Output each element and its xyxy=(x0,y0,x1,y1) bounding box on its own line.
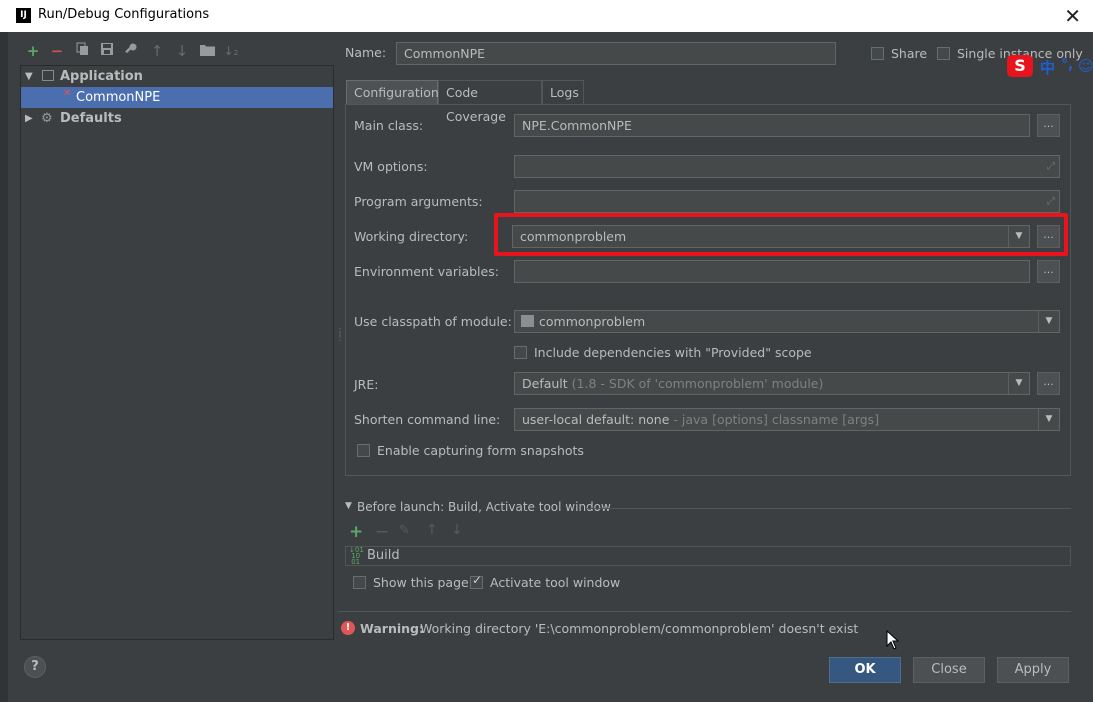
main-class-browse-button[interactable]: ... xyxy=(1037,114,1060,137)
main-class-label: Main class: xyxy=(354,118,424,133)
name-label: Name: xyxy=(345,45,387,60)
tree-label-defaults: Defaults xyxy=(60,111,122,126)
collapse-arrow-icon[interactable]: ▶ xyxy=(25,108,33,129)
jre-label: JRE: xyxy=(354,377,379,392)
jre-hint: (1.8 - SDK of 'commonproblem' module) xyxy=(571,376,824,391)
show-page-checkbox[interactable] xyxy=(353,576,366,589)
dropdown-arrow-icon[interactable]: ▼ xyxy=(1038,311,1059,332)
name-input[interactable]: CommonNPE xyxy=(396,42,836,65)
save-icon[interactable] xyxy=(98,42,116,60)
warning-icon: ! xyxy=(341,621,355,635)
close-window-icon[interactable]: ✕ xyxy=(1064,4,1081,28)
activate-tool-window-label: Activate tool window xyxy=(490,575,621,590)
tab-logs[interactable]: Logs xyxy=(542,80,584,104)
divider xyxy=(338,611,1071,612)
ime-logo: S xyxy=(1007,55,1033,77)
section-divider xyxy=(586,508,1071,509)
tree-node-defaults[interactable]: ▶ ⚙ Defaults xyxy=(21,108,333,129)
dropdown-arrow-icon[interactable]: ▼ xyxy=(1008,373,1029,394)
sort-icon[interactable]: ↓₂ xyxy=(222,42,240,60)
wrench-icon[interactable] xyxy=(122,42,140,60)
tab-configuration[interactable]: Configuration xyxy=(346,80,439,104)
window-title: Run/Debug Configurations xyxy=(38,7,210,22)
jre-combo[interactable]: Default (1.8 - SDK of 'commonproblem' mo… xyxy=(514,372,1030,395)
configuration-tree: ▼ Application ✕ CommonNPE ▶ ⚙ Defaults xyxy=(20,65,334,640)
background-window-strip xyxy=(0,32,8,702)
ime-punct-icon: °, xyxy=(1061,57,1074,73)
classpath-module-label: Use classpath of module: xyxy=(354,314,512,329)
vm-options-label: VM options: xyxy=(354,159,428,174)
program-arguments-input[interactable]: ⤢ xyxy=(514,190,1060,213)
environment-variables-browse-button[interactable]: ... xyxy=(1037,260,1060,283)
defaults-wrench-icon: ⚙ xyxy=(41,111,53,126)
before-launch-title: Before launch: Build, Activate tool wind… xyxy=(357,500,611,514)
warning-text: Working directory 'E:\commonproblem/comm… xyxy=(420,621,859,636)
shorten-command-label: Shorten command line: xyxy=(354,412,501,427)
close-button[interactable]: Close xyxy=(913,657,985,683)
classpath-module-value: commonproblem xyxy=(539,314,646,329)
move-down-icon[interactable]: ↓ xyxy=(451,522,463,538)
checkmark-icon: ✓ xyxy=(472,573,483,587)
program-arguments-label: Program arguments: xyxy=(354,194,483,209)
shorten-command-hint: - java [options] classname [args] xyxy=(673,412,880,427)
apply-button[interactable]: Apply xyxy=(997,657,1069,683)
arrow-down-icon[interactable]: ↓ xyxy=(173,42,191,60)
expand-arrow-icon[interactable]: ▼ xyxy=(25,66,33,87)
tree-label-commonnpe: CommonNPE xyxy=(76,90,161,105)
build-task-label: Build xyxy=(367,548,400,563)
mouse-cursor-icon xyxy=(886,630,900,650)
remove-icon[interactable]: − xyxy=(48,42,66,60)
expand-field-icon[interactable]: ⤢ xyxy=(1047,156,1055,177)
tree-label-application: Application xyxy=(60,69,143,84)
shorten-command-combo[interactable]: user-local default: none - java [options… xyxy=(514,408,1060,431)
working-directory-label: Working directory: xyxy=(354,229,469,244)
error-mark-icon: ✕ xyxy=(63,88,72,99)
help-button[interactable]: ? xyxy=(24,656,46,678)
single-instance-checkbox[interactable] xyxy=(937,47,950,60)
arrow-up-icon[interactable]: ↑ xyxy=(148,42,166,60)
collapse-arrow-icon[interactable]: ▼ xyxy=(345,501,352,511)
highlight-box xyxy=(494,213,1068,256)
share-label: Share xyxy=(891,46,928,61)
capture-snapshots-checkbox[interactable] xyxy=(357,444,370,457)
environment-variables-label: Environment variables: xyxy=(354,264,499,279)
vm-options-input[interactable]: ⤢ xyxy=(514,155,1060,178)
include-dependencies-label: Include dependencies with "Provided" sco… xyxy=(534,345,812,360)
edit-task-icon[interactable]: ✎ xyxy=(399,523,410,538)
share-checkbox[interactable] xyxy=(871,47,884,60)
build-binary-icon: ↓01 10 01 xyxy=(349,546,364,566)
classpath-module-combo[interactable]: commonproblem ▼ xyxy=(514,310,1060,333)
warning-label: Warning: xyxy=(360,621,424,636)
splitter-grip[interactable]: ⋮ ⋮ xyxy=(335,328,345,343)
capture-snapshots-label: Enable capturing form snapshots xyxy=(377,443,584,458)
folder-icon[interactable] xyxy=(198,42,216,60)
ime-text: 中 xyxy=(1040,59,1056,77)
before-launch-list xyxy=(345,546,1071,566)
add-icon[interactable]: + xyxy=(24,42,42,60)
application-icon xyxy=(42,70,54,81)
jre-browse-button[interactable]: ... xyxy=(1037,372,1060,395)
show-page-label: Show this page xyxy=(373,575,469,590)
copy-icon[interactable] xyxy=(74,42,92,60)
shorten-command-value: user-local default: none xyxy=(522,412,670,427)
environment-variables-input[interactable] xyxy=(514,260,1030,283)
ime-emoji-icon: ☺ xyxy=(1078,57,1093,75)
move-up-icon[interactable]: ↑ xyxy=(426,522,438,538)
title-bar: IJ Run/Debug Configurations ✕ xyxy=(0,0,1093,33)
ok-button[interactable]: OK xyxy=(829,657,901,683)
tab-code-coverage[interactable]: Code Coverage xyxy=(438,80,542,124)
add-task-icon[interactable]: + xyxy=(349,522,363,542)
tree-node-commonnpe[interactable]: ✕ CommonNPE xyxy=(21,87,333,108)
remove-task-icon[interactable]: − xyxy=(375,522,389,542)
intellij-app-icon: IJ xyxy=(16,8,31,23)
main-class-input[interactable]: NPE.CommonNPE xyxy=(514,114,1030,137)
module-folder-icon xyxy=(521,315,534,327)
include-dependencies-checkbox[interactable] xyxy=(514,346,527,359)
expand-field-icon[interactable]: ⤢ xyxy=(1047,191,1055,212)
jre-value: Default xyxy=(522,376,568,391)
activate-tool-window-checkbox[interactable]: ✓ xyxy=(470,573,483,589)
dropdown-arrow-icon[interactable]: ▼ xyxy=(1038,409,1059,430)
